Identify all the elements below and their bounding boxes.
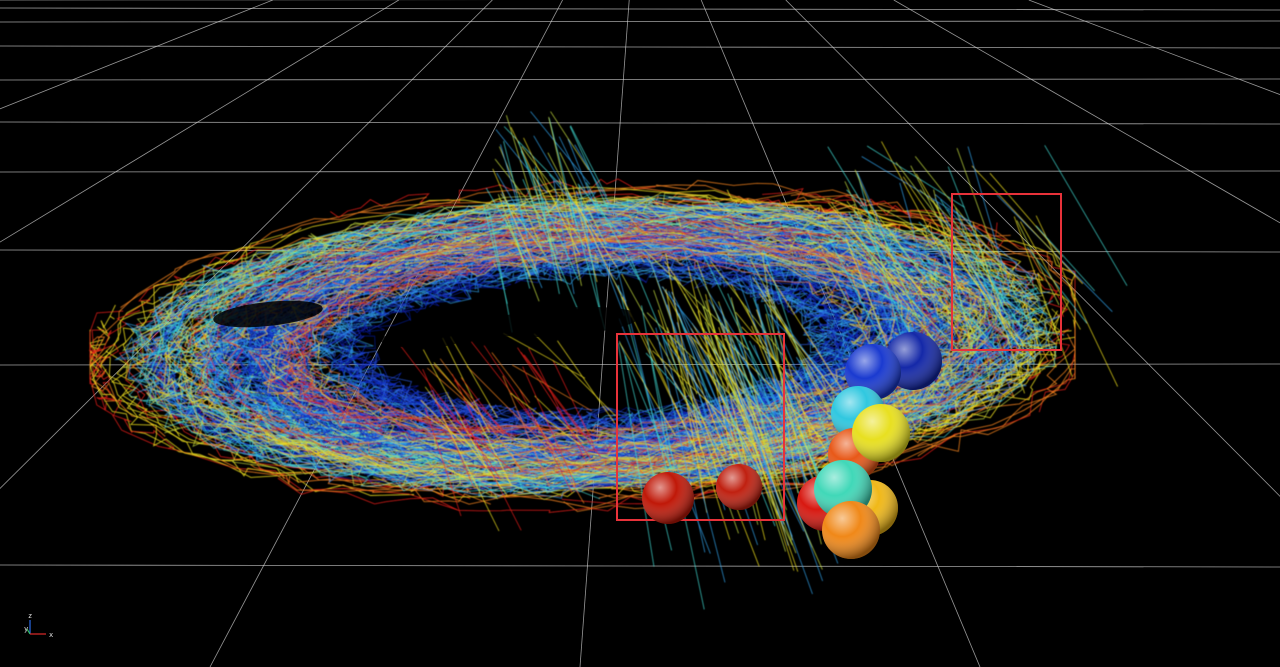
sphere-red-mid [716,464,762,510]
trajectory-streak [967,146,1013,298]
grid-line [0,7,1280,11]
trajectory-streak [550,111,590,171]
trajectory-streak [530,111,591,185]
grid-line [0,20,1280,23]
trajectory-streak [511,364,592,412]
axis-z-label: z [28,612,32,620]
trajectory-streak [642,333,688,431]
grid-line [0,170,1280,173]
sphere-yellow [852,404,910,462]
axis-y-label: y [24,625,28,633]
torus-hole-inner [380,332,460,348]
trajectory-streak [1044,145,1128,286]
trajectory-streak [503,332,586,379]
grid-line [0,121,1280,125]
trajectory-streak [495,129,548,194]
grid-line [0,564,1280,568]
trajectory-streak [866,145,965,208]
sphere-orange [822,501,880,559]
sphere-red-left [642,472,694,524]
grid-line [0,78,1280,81]
axis-triad: z y x [24,612,53,639]
3d-viewport[interactable]: z y x [0,0,1280,667]
grid-line [0,45,1280,49]
axis-x-label: x [49,631,53,639]
